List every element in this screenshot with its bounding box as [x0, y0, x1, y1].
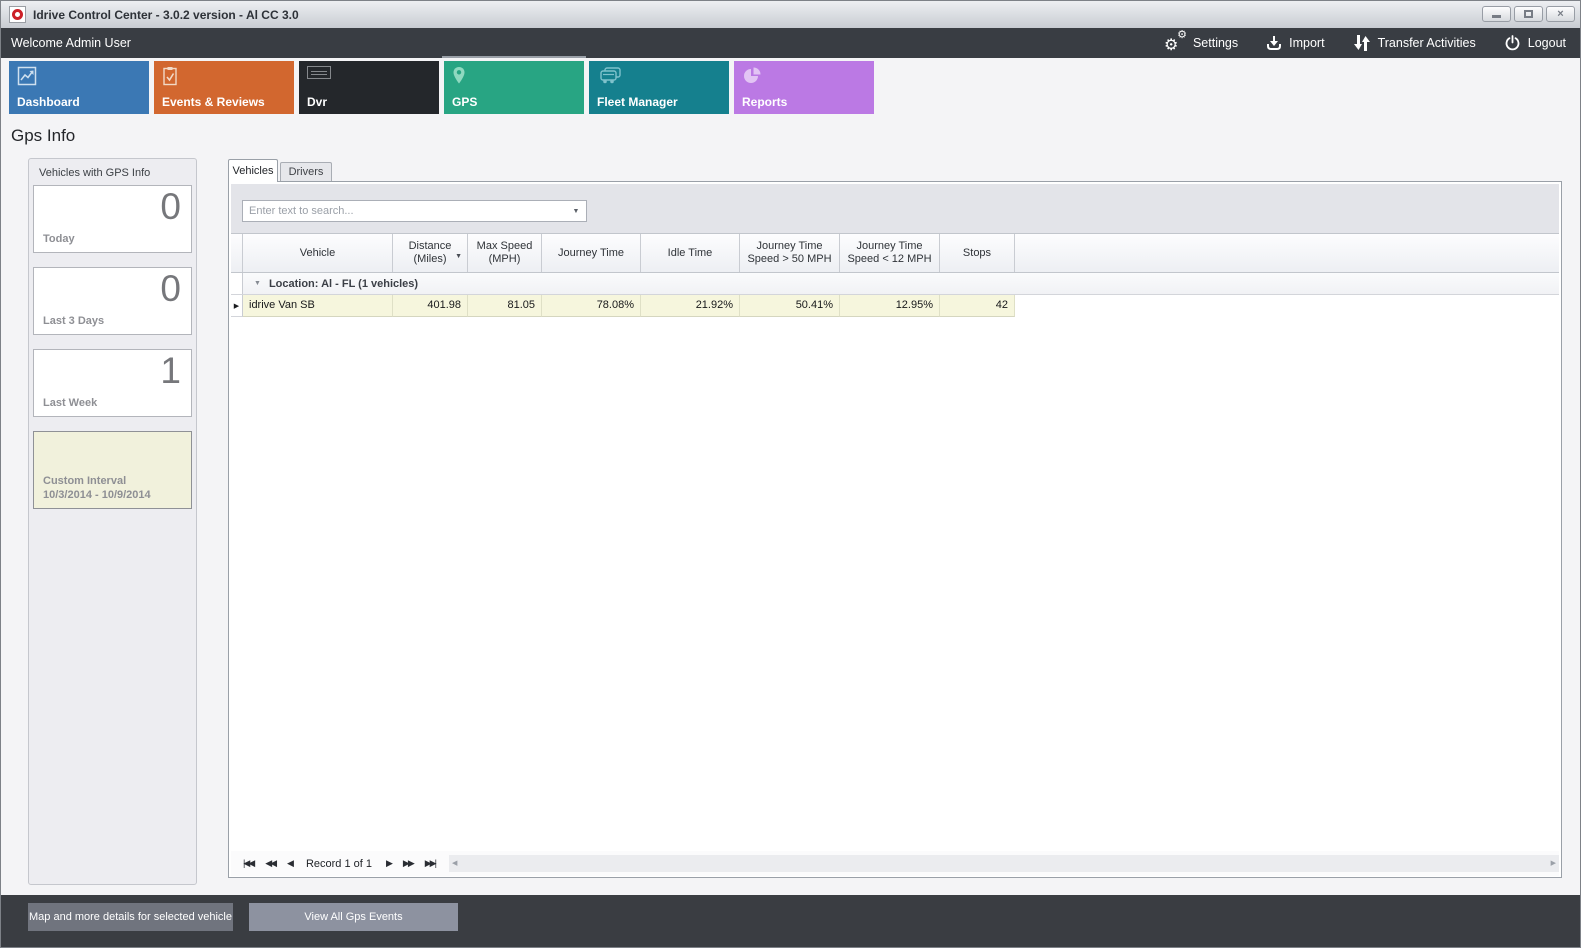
app-icon: [9, 6, 26, 23]
gps-info-sidebar: Vehicles with GPS Info 0 Today 0 Last 3 …: [28, 158, 197, 885]
record-count-text: Record 1 of 1: [306, 858, 372, 870]
app-window: Idrive Control Center - 3.0.2 version - …: [0, 0, 1581, 948]
card-last-week[interactable]: 1 Last Week: [33, 349, 192, 417]
sidebar-header: Vehicles with GPS Info: [29, 159, 196, 185]
prev-record-button[interactable]: ◀: [287, 859, 292, 868]
tile-gps[interactable]: GPS: [444, 61, 584, 114]
page-title: Gps Info: [11, 126, 75, 146]
trucks-icon: [597, 66, 721, 86]
tile-reports[interactable]: Reports: [734, 61, 874, 114]
gear-icon: ⚙⚙: [1164, 34, 1186, 52]
logout-button[interactable]: Logout: [1504, 35, 1566, 52]
minimize-button[interactable]: [1482, 6, 1511, 22]
window-title: Idrive Control Center - 3.0.2 version - …: [33, 8, 299, 22]
tile-dashboard[interactable]: Dashboard: [9, 61, 149, 114]
top-toolbar: Welcome Admin User ⚙⚙ Settings Import: [1, 28, 1580, 58]
row-indicator-cell: [231, 273, 243, 294]
import-button[interactable]: Import: [1266, 35, 1324, 51]
tab-drivers[interactable]: Drivers: [280, 162, 332, 182]
nav-tiles: Dashboard Events & Reviews Dvr: [9, 61, 874, 114]
vehicles-tab-panel: ▼ Vehicle Distance (Miles) ▼ Max Speed (…: [228, 181, 1562, 878]
column-header-distance[interactable]: Distance (Miles) ▼: [393, 234, 468, 272]
tile-dvr[interactable]: Dvr: [299, 61, 439, 114]
cell-vehicle[interactable]: idrive Van SB: [243, 295, 393, 317]
search-combobox[interactable]: ▼: [242, 200, 587, 222]
tile-fleet-manager[interactable]: Fleet Manager: [589, 61, 729, 114]
row-indicator-header: [231, 234, 243, 272]
cell-idle-time[interactable]: 21.92%: [641, 295, 740, 317]
power-icon: [1504, 35, 1521, 52]
column-header-vehicle[interactable]: Vehicle: [243, 234, 393, 272]
column-header-jt-under-12[interactable]: Journey Time Speed < 12 MPH: [840, 234, 940, 272]
grid-header: Vehicle Distance (Miles) ▼ Max Speed (MP…: [231, 233, 1559, 273]
collapse-triangle-icon[interactable]: ▼: [254, 280, 261, 287]
sort-desc-icon: ▼: [455, 250, 462, 263]
location-pin-icon: [452, 66, 576, 86]
tab-vehicles[interactable]: Vehicles: [228, 159, 278, 182]
cell-distance[interactable]: 401.98: [393, 295, 468, 317]
column-header-idle-time[interactable]: Idle Time: [641, 234, 740, 272]
search-band: ▼: [231, 184, 1559, 233]
cell-stops[interactable]: 42: [940, 295, 1015, 317]
column-header-filler: [1015, 234, 1559, 272]
transfer-arrows-icon: [1353, 34, 1371, 52]
table-row-idrive-van-sb[interactable]: ▶ idrive Van SB 401.98 81.05 78.08% 21.9…: [231, 295, 1559, 317]
card-custom-interval[interactable]: Custom Interval 10/3/2014 - 10/9/2014: [33, 431, 192, 509]
prev-page-button[interactable]: ◀◀: [265, 859, 275, 868]
bottom-action-bar: Map and more details for selected vehicl…: [1, 895, 1580, 947]
record-navigator: |◀◀ ◀◀ ◀ Record 1 of 1 ▶ ▶▶ ▶▶| ◀ ▶: [231, 851, 1559, 876]
first-record-button[interactable]: |◀◀: [243, 859, 253, 868]
card-today[interactable]: 0 Today: [33, 185, 192, 253]
group-row-location[interactable]: ▼ Location: Al - FL (1 vehicles): [231, 273, 1559, 295]
group-row-label: Location: Al - FL (1 vehicles): [269, 278, 418, 290]
cell-jt-under-12[interactable]: 12.95%: [840, 295, 940, 317]
cell-jt-over-50[interactable]: 50.41%: [740, 295, 840, 317]
scroll-left-icon[interactable]: ◀: [452, 859, 457, 867]
next-record-button[interactable]: ▶: [386, 859, 391, 868]
custom-interval-dates: 10/3/2014 - 10/9/2014: [43, 489, 151, 501]
transfer-activities-button[interactable]: Transfer Activities: [1353, 34, 1476, 52]
clipboard-check-icon: [162, 66, 286, 86]
next-page-button[interactable]: ▶▶: [403, 859, 413, 868]
map-details-button[interactable]: Map and more details for selected vehicl…: [28, 903, 233, 931]
current-row-marker-icon: ▶: [231, 295, 243, 317]
titlebar: Idrive Control Center - 3.0.2 version - …: [1, 1, 1580, 28]
column-header-jt-over-50[interactable]: Journey Time Speed > 50 MPH: [740, 234, 840, 272]
cell-max-speed[interactable]: 81.05: [468, 295, 542, 317]
horizontal-scrollbar[interactable]: ◀ ▶: [449, 855, 1559, 872]
search-input[interactable]: [243, 201, 566, 221]
dvr-device-icon: [307, 66, 331, 79]
settings-button[interactable]: ⚙⚙ Settings: [1164, 34, 1238, 52]
tile-events-reviews[interactable]: Events & Reviews: [154, 61, 294, 114]
card-last-3-days[interactable]: 0 Last 3 Days: [33, 267, 192, 335]
cell-journey-time[interactable]: 78.08%: [542, 295, 641, 317]
scroll-right-icon[interactable]: ▶: [1551, 859, 1556, 867]
last-record-button[interactable]: ▶▶|: [425, 859, 435, 868]
column-header-max-speed[interactable]: Max Speed (MPH): [468, 234, 542, 272]
close-button[interactable]: ×: [1546, 6, 1575, 22]
maximize-button[interactable]: [1514, 6, 1543, 22]
line-chart-icon: [17, 66, 141, 86]
welcome-text: Welcome Admin User: [11, 36, 131, 50]
selected-tile-indicator: [442, 56, 586, 58]
import-icon: [1266, 35, 1282, 51]
pie-chart-icon: [742, 66, 866, 86]
column-header-journey-time[interactable]: Journey Time: [542, 234, 641, 272]
column-header-stops[interactable]: Stops: [940, 234, 1015, 272]
view-all-gps-events-button[interactable]: View All Gps Events: [249, 903, 458, 931]
chevron-down-icon[interactable]: ▼: [566, 201, 586, 221]
